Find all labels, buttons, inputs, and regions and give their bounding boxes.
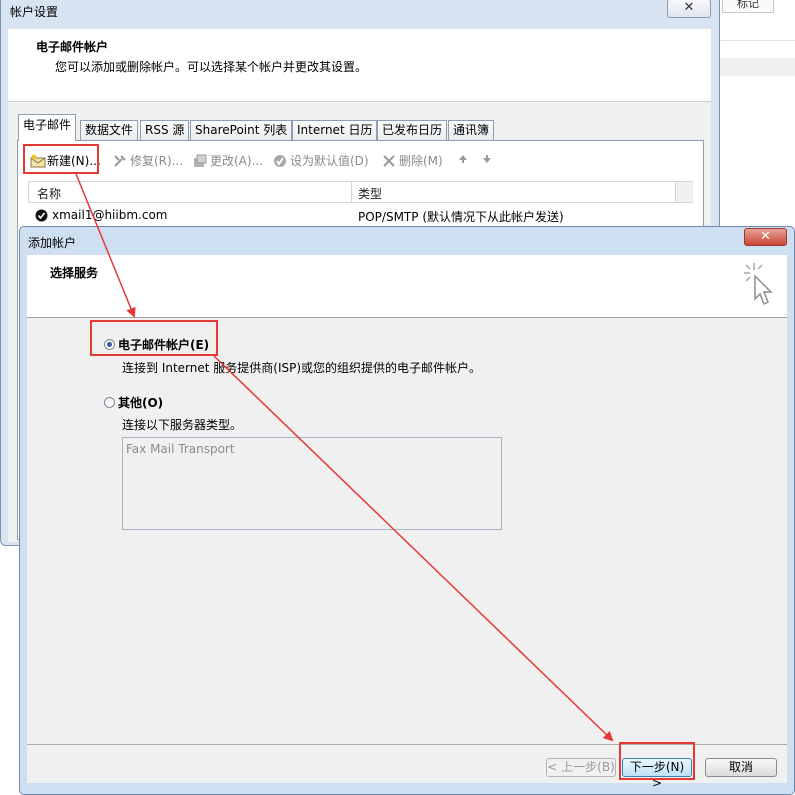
dialog-header: 选择服务 [27,255,787,318]
other-option-label[interactable]: 其他(O) [118,394,163,411]
dialog-body [27,318,787,744]
list-scrollbar[interactable] [675,182,693,202]
change-label: 更改(A)... [210,154,264,168]
tab-internet-calendars[interactable]: Internet 日历 [292,120,378,140]
background-divider [720,40,795,41]
remove-label: 删除(M) [399,154,443,168]
remove-button[interactable]: 删除(M) [382,152,443,169]
header-description: 您可以添加或删除帐户。可以选择某个帐户并更改其设置。 [55,60,368,74]
default-account-check-icon [35,209,48,225]
repair-button[interactable]: 修复(R)... [113,152,183,169]
column-header-name[interactable]: 名称 [37,185,61,202]
cancel-button[interactable]: 取消 [705,758,777,777]
tab-rss-feeds[interactable]: RSS 源 [140,120,190,140]
new-account-label: 新建(N)... [47,154,101,168]
account-list-header: 名称 类型 [28,181,693,203]
repair-label: 修复(R)... [130,154,184,168]
tab-email[interactable]: 电子邮件 [18,114,77,141]
back-button[interactable]: < 上一步(B) [546,758,616,777]
change-button[interactable]: 更改(A)... [193,152,263,169]
new-account-button[interactable]: 新建(N)... [30,152,101,169]
server-type-item[interactable]: Fax Mail Transport [126,442,235,456]
account-name: xmail1@hiibm.com [52,208,168,222]
close-button[interactable]: ✕ [667,0,711,18]
server-type-list[interactable]: Fax Mail Transport [122,437,502,530]
window-title: 帐户设置 [10,5,59,19]
email-account-option-label[interactable]: 电子邮件帐户(E) [118,336,209,353]
account-settings-header: 电子邮件帐户 您可以添加或删除帐户。可以选择某个帐户并更改其设置。 [8,29,711,102]
other-radio[interactable] [104,397,115,408]
delete-x-icon [382,154,396,168]
email-account-radio[interactable] [104,339,115,350]
set-default-label: 设为默认值(D) [290,154,369,168]
header-title: 电子邮件帐户 [36,40,109,54]
tools-icon [113,154,127,168]
set-default-button[interactable]: 设为默认值(D) [273,152,369,169]
dialog-header-title: 选择服务 [50,266,99,280]
background-tag-label[interactable]: 标记 [722,0,774,13]
tab-address-books[interactable]: 通讯簿 [448,120,495,140]
tab-data-files[interactable]: 数据文件 [80,120,139,140]
column-header-type[interactable]: 类型 [358,185,382,202]
edit-icon [193,154,207,168]
other-option-desc: 连接以下服务器类型。 [122,418,243,432]
dialog-close-button[interactable]: ✕ [744,228,787,246]
column-divider [351,182,352,202]
wizard-cursor-icon [740,261,780,314]
account-row[interactable]: xmail1@hiibm.com POP/SMTP (默认情况下从此帐户发送) [28,206,693,226]
background-row-stripe [720,58,795,76]
checkmark-circle-icon [273,154,287,168]
account-type: POP/SMTP (默认情况下从此帐户发送) [358,210,564,224]
move-down-icon[interactable] [482,153,492,167]
move-up-icon[interactable] [458,153,468,167]
next-button[interactable]: 下一步(N) > [622,758,692,790]
email-account-option-desc: 连接到 Internet 服务提供商(ISP)或您的组织提供的电子邮件帐户。 [122,361,482,375]
dialog-title: 添加帐户 [28,236,77,250]
tab-sharepoint-lists[interactable]: SharePoint 列表 [190,120,293,140]
tab-published-calendars[interactable]: 已发布日历 [377,120,448,140]
new-mail-icon [30,154,46,168]
